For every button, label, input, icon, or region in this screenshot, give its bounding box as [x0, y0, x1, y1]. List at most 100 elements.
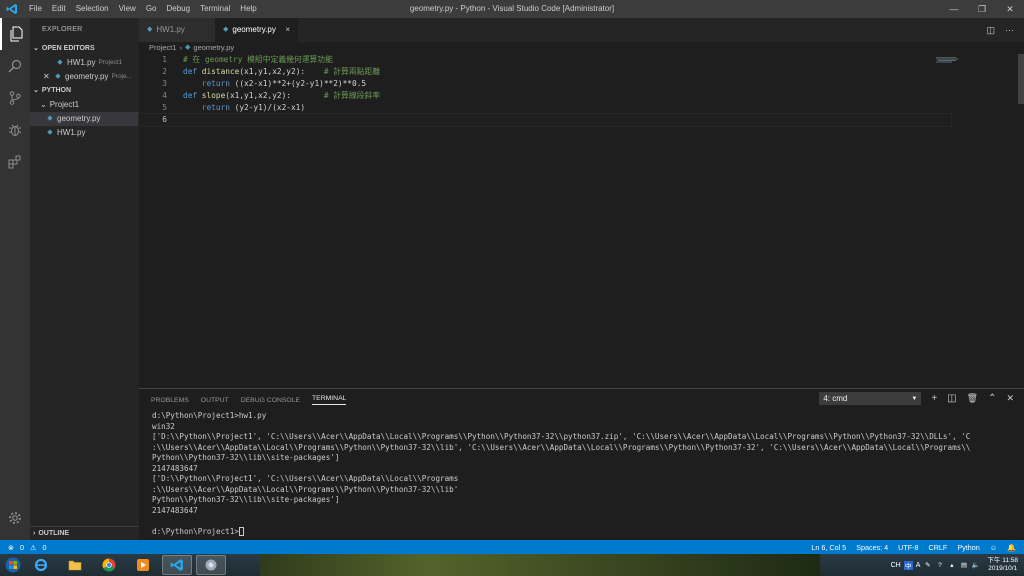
terminal-prompt: d:\Python\Project1>: [152, 526, 239, 536]
show-hidden-icons-icon[interactable]: ▴: [947, 561, 956, 570]
open-editors-section[interactable]: ⌄ OPEN EDITORS: [30, 42, 139, 56]
cursor-position[interactable]: Ln 6, Col 5: [811, 543, 846, 552]
open-editor-folder: Project1: [98, 59, 123, 66]
window-controls: — ❐ ✕: [940, 0, 1024, 18]
menu-selection[interactable]: Selection: [71, 0, 114, 18]
terminal-select[interactable]: 4: cmd ▼: [819, 392, 922, 405]
taskbar-file-explorer-icon[interactable]: [60, 555, 90, 575]
tab-output[interactable]: OUTPUT: [201, 397, 229, 404]
restore-icon[interactable]: ❐: [968, 0, 996, 18]
folder-project1[interactable]: ⌄ Project1: [30, 98, 139, 112]
chevron-down-icon: ⌄: [33, 87, 39, 94]
network-icon[interactable]: ▤: [959, 561, 968, 570]
notifications-bell-icon[interactable]: 🔔: [1007, 543, 1016, 552]
workspace-label: PYTHON: [41, 87, 72, 94]
taskbar-ie-icon[interactable]: [26, 555, 56, 575]
menu-debug[interactable]: Debug: [161, 0, 195, 18]
trash-icon[interactable]: 🗑: [967, 393, 978, 404]
code-text: ((x2-x1)**2+(y2-y1)**2)**0.5: [229, 79, 367, 88]
extensions-icon[interactable]: [0, 146, 30, 178]
breadcrumb-folder[interactable]: Project1: [149, 42, 177, 54]
start-button-icon[interactable]: [0, 554, 26, 576]
python-file-icon: ◆: [47, 129, 53, 136]
ime-mode[interactable]: A: [916, 562, 921, 569]
language-mode[interactable]: Python: [957, 543, 979, 552]
feedback-smiley-icon[interactable]: ☺: [990, 543, 997, 552]
file-item-geometry[interactable]: ◆ geometry.py: [30, 112, 139, 126]
close-panel-icon[interactable]: ✕: [1006, 393, 1014, 404]
split-editor-icon[interactable]: ◫: [986, 25, 995, 36]
close-editor-icon[interactable]: ✕: [43, 70, 51, 84]
menu-file[interactable]: File: [24, 0, 47, 18]
tab-terminal[interactable]: TERMINAL: [312, 395, 347, 405]
chevron-right-icon: ›: [33, 529, 36, 537]
open-editors-label: OPEN EDITORS: [41, 45, 95, 52]
python-file-icon: ◆: [223, 26, 229, 33]
workspace-section[interactable]: ⌄ PYTHON: [30, 84, 139, 98]
help-icon[interactable]: ?: [935, 561, 944, 570]
settings-gear-icon[interactable]: [0, 502, 30, 534]
warning-icon: ⚠: [30, 542, 37, 552]
source-control-icon[interactable]: [0, 82, 30, 114]
taskbar-chrome-icon[interactable]: [94, 555, 124, 575]
desktop-wallpaper: [260, 554, 820, 576]
error-icon: ⊗: [8, 542, 15, 552]
terminal-line: :\\Users\\Acer\\AppData\\Local\\Programs…: [152, 484, 459, 494]
taskbar-media-player-icon[interactable]: [128, 555, 158, 575]
vertical-scrollbar[interactable]: [1018, 54, 1024, 104]
code-text: (y2-y1)/(x2-x1): [229, 103, 306, 112]
taskbar-vscode-icon[interactable]: [162, 555, 192, 575]
tab-label: geometry.py: [232, 25, 276, 34]
debug-icon[interactable]: [0, 114, 30, 146]
split-terminal-icon[interactable]: ◫: [947, 393, 956, 404]
tab-hw1[interactable]: ◆ HW1.py: [139, 18, 215, 42]
status-problems[interactable]: ⊗ 0 ⚠ 0: [0, 543, 46, 552]
close-tab-icon[interactable]: ×: [285, 18, 290, 42]
menu-go[interactable]: Go: [141, 0, 162, 18]
menu-terminal[interactable]: Terminal: [195, 0, 235, 18]
search-icon[interactable]: [0, 50, 30, 82]
code-comment: # 計算線段斜率: [323, 91, 381, 100]
menu-view[interactable]: View: [114, 0, 141, 18]
outline-section[interactable]: › OUTLINE: [30, 526, 139, 540]
open-editor-item-hw1[interactable]: ◆ HW1.py Project1: [30, 56, 139, 70]
volume-icon[interactable]: 🔈: [971, 561, 980, 570]
code-function: distance: [201, 67, 240, 76]
open-editor-item-geometry[interactable]: ✕ ◆ geometry.py Proje...: [30, 70, 139, 84]
minimap[interactable]: [936, 56, 958, 63]
code-editor[interactable]: 1 # 在 geometry 模組中定義幾何運算功能 2 def distance(…: [138, 54, 1024, 388]
taskbar-app-icon[interactable]: [196, 555, 226, 575]
more-actions-icon[interactable]: ···: [1005, 25, 1014, 35]
input-language[interactable]: CH: [891, 562, 901, 569]
line-number: 2: [162, 67, 167, 76]
end-of-line[interactable]: CRLF: [929, 543, 948, 552]
tab-debug-console[interactable]: DEBUG CONSOLE: [241, 397, 300, 404]
clock-date: 2019/10/1: [988, 565, 1018, 572]
encoding[interactable]: UTF-8: [898, 543, 918, 552]
code-text: (x1,y1,x2,y2):: [239, 67, 306, 76]
minimize-icon[interactable]: —: [940, 0, 968, 18]
ime-icon[interactable]: 中: [903, 560, 913, 570]
line-number: 4: [162, 91, 167, 100]
close-window-icon[interactable]: ✕: [996, 0, 1024, 18]
indentation[interactable]: Spaces: 4: [856, 543, 888, 552]
sidebar-title: EXPLORER: [42, 26, 83, 33]
maximize-panel-icon[interactable]: ⌃: [988, 393, 996, 404]
system-tray: CH 中 A ✎ ? ▴ ▤ 🔈 下午 11:58 2019/10/1: [891, 554, 1024, 576]
menu-edit[interactable]: Edit: [47, 0, 71, 18]
code-keyword: def: [183, 67, 198, 76]
menu-help[interactable]: Help: [235, 0, 261, 18]
ime-settings-icon[interactable]: ✎: [923, 561, 932, 570]
explorer-icon[interactable]: [0, 18, 30, 50]
code-keyword: return: [201, 103, 230, 112]
breadcrumb-file[interactable]: geometry.py: [193, 42, 234, 54]
tab-geometry[interactable]: ◆ geometry.py ×: [215, 18, 298, 42]
clock-time: 下午 11:58: [987, 557, 1018, 564]
tab-problems[interactable]: PROBLEMS: [151, 397, 189, 404]
open-editor-folder: Proje...: [111, 73, 133, 80]
clock[interactable]: 下午 11:58 2019/10/1: [987, 557, 1018, 573]
python-file-icon: ◆: [55, 73, 61, 80]
new-terminal-icon[interactable]: +: [931, 393, 937, 404]
file-item-hw1[interactable]: ◆ HW1.py: [30, 126, 139, 140]
terminal-output[interactable]: d:\Python\Project1>hw1.py win32 ['D:\\Py…: [152, 411, 1020, 537]
